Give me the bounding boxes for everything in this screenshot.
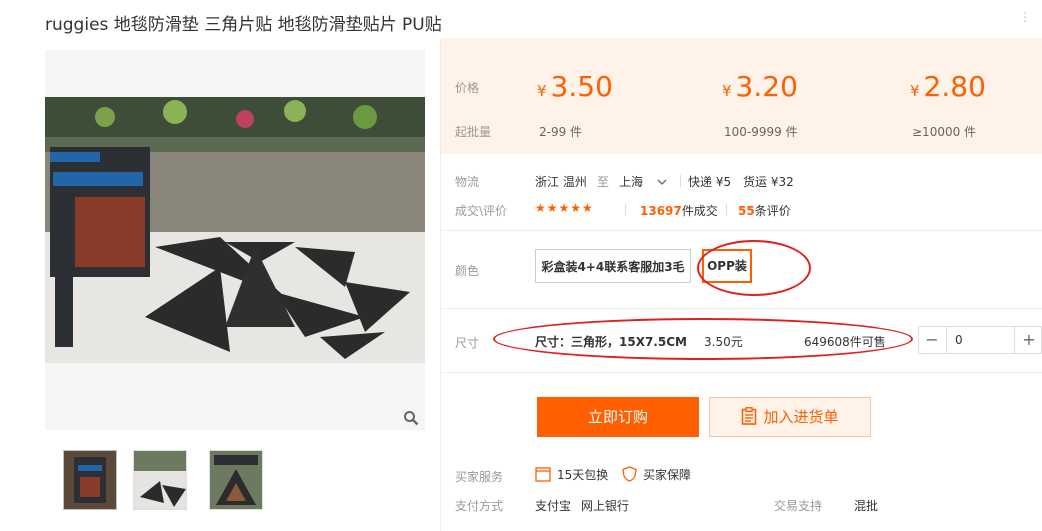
divider [441,230,1042,231]
ship-to-value: 上海 [619,175,644,189]
service-exchange[interactable]: 15天包换 [535,466,608,483]
separator [726,204,727,216]
price-label: 价格 [455,81,480,95]
thumbnail-1[interactable] [63,450,117,510]
logistics-label: 物流 [455,175,480,189]
tier-2-price: ¥3.20 [722,70,798,103]
increase-button[interactable]: + [1016,327,1042,353]
decrease-button[interactable]: − [919,327,945,353]
review-count[interactable]: 55条评价 [738,202,791,219]
quantity-input[interactable]: 0 [946,327,1015,353]
ship-from: 浙江 温州 [535,175,587,189]
tier-2-qty: 100-9999 件 [724,125,798,139]
annotation-ellipse [493,318,913,360]
chevron-down-icon [657,179,667,185]
shield-icon [622,466,637,482]
services-label: 买家服务 [455,470,504,484]
ship-to-word: 至 [597,175,610,189]
moq-label: 起批量 [455,125,492,139]
deals-count[interactable]: 13697件成交 [640,202,718,219]
tier-3-qty: ≥10000 件 [912,125,977,139]
separator [680,175,681,187]
size-label: 尺寸 [455,336,480,350]
calendar-15-icon [535,467,551,482]
quantity-stepper: − 0 + [918,326,1042,354]
service-protection[interactable]: 买家保障 [622,466,691,483]
product-gallery [45,50,425,430]
trade-support-value: 混批 [854,499,879,513]
price-tier-box: 价格 起批量 ¥3.50 2-99 件 ¥3.20 100-9999 件 ¥2.… [441,38,1042,154]
rating-stars: ★★★★★ [535,201,594,215]
more-options-icon[interactable]: ⋮ [1019,10,1032,24]
thumbnail-2[interactable] [133,450,187,510]
express-fee: 快递 ¥5 [688,175,732,189]
add-to-cart-label: 加入进货单 [763,408,839,426]
ship-to-select[interactable]: 上海 [619,173,667,190]
color-label: 颜色 [455,264,480,278]
tier-3-price: ¥2.80 [910,70,986,103]
annotation-circle [697,240,811,296]
divider [441,308,1042,309]
tier-1-qty: 2-99 件 [539,125,583,139]
freight-fee: 货运 ¥32 [743,175,794,189]
add-to-cart-button[interactable]: 加入进货单 [709,397,871,437]
color-option-giftbox[interactable]: 彩盒装4+4联系客服加3毛 [535,249,691,283]
zoom-icon[interactable] [403,410,419,426]
clipboard-icon [742,407,757,425]
payment-alipay: 支付宝 [535,499,572,513]
separator [625,204,626,216]
tier-1-price: ¥3.50 [537,70,613,103]
product-title: ruggies 地毯防滑垫 三角片贴 地毯防滑垫贴片 PU贴 [45,15,442,35]
main-product-image[interactable] [45,97,425,363]
payment-label: 支付方式 [455,499,504,513]
trade-support-label: 交易支持 [774,499,823,513]
thumbnail-3[interactable] [209,450,263,510]
reviews-label: 成交\评价 [455,204,508,218]
buy-now-button[interactable]: 立即订购 [537,397,699,437]
payment-bank: 网上银行 [581,499,630,513]
divider [441,372,1042,373]
